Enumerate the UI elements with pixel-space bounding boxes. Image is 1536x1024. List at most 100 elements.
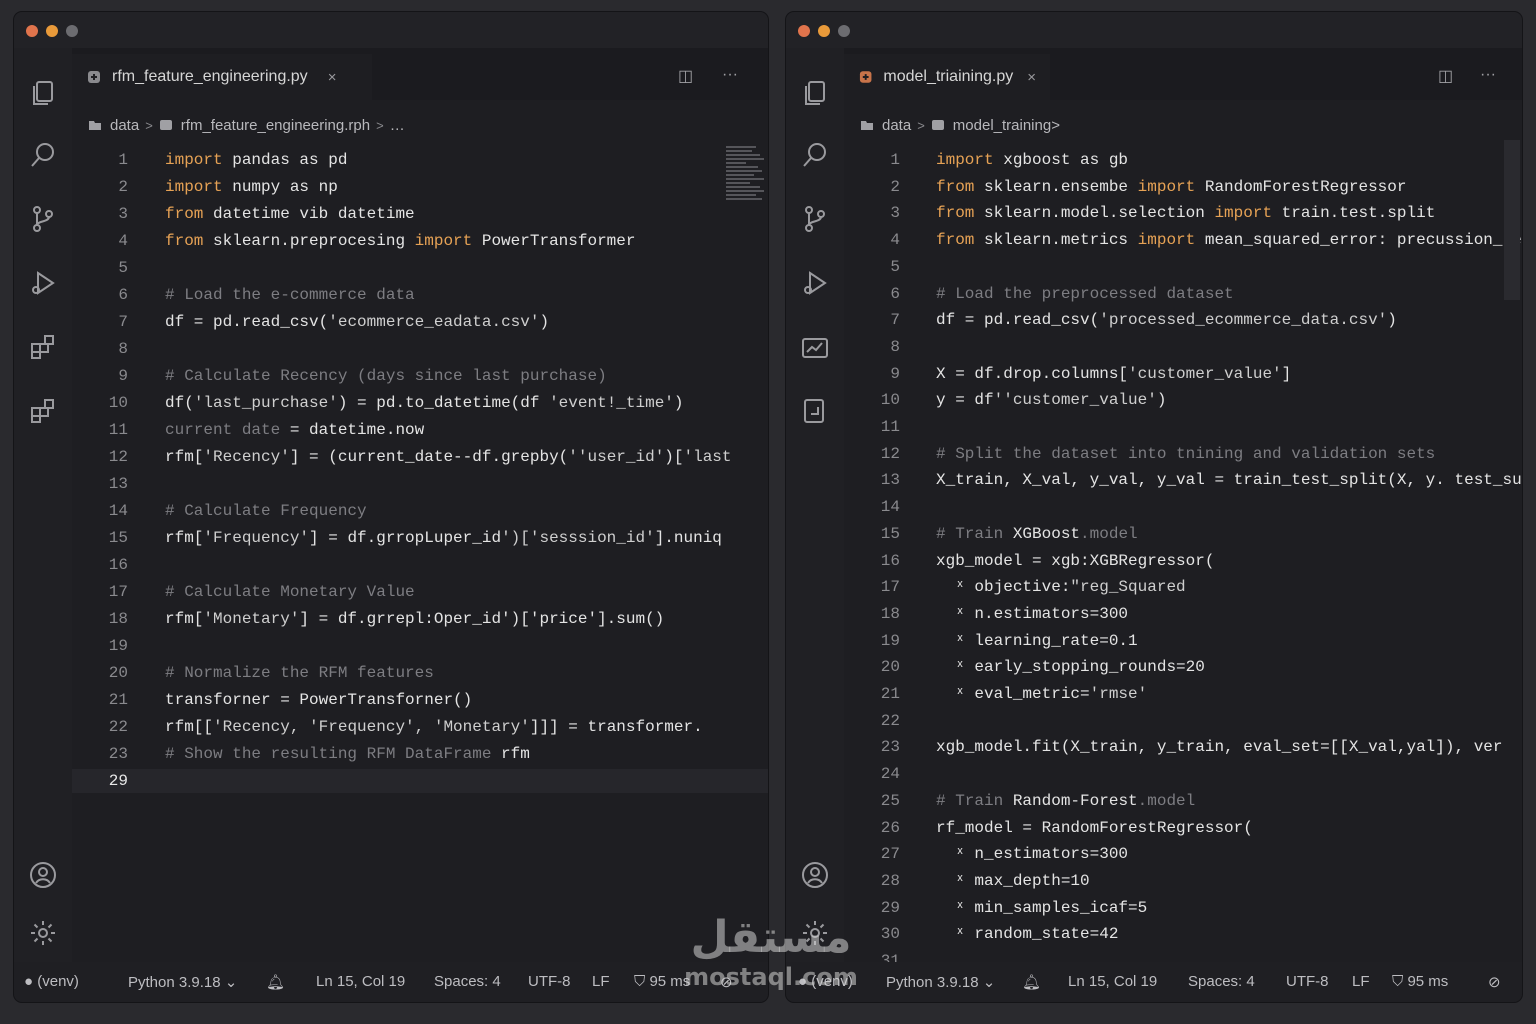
code-line[interactable]: 17 ˣ objective:"reg_Squared [844, 575, 1522, 599]
breadcrumb-folder[interactable]: data [110, 117, 139, 134]
indentation[interactable]: Spaces: 4 [434, 973, 501, 990]
code-line[interactable]: 6 # Load the preprocessed dataset [844, 282, 1522, 306]
code-line[interactable]: 28 ˣ max_depth=10 [844, 869, 1522, 893]
code-line[interactable]: 20 ˣ early_stopping_rounds=20 [844, 655, 1522, 679]
breadcrumb-file[interactable]: model_training [953, 117, 1051, 134]
breadcrumb-tail[interactable]: > [1051, 117, 1060, 134]
code-line[interactable]: 4 from sklearn.metrics import mean_square… [844, 228, 1522, 252]
code-line[interactable]: 30 ˣ random_state=42 [844, 922, 1522, 946]
run-debug-icon[interactable] [28, 268, 58, 298]
code-line[interactable]: 4 from sklearn.preprocesing import PowerT… [72, 229, 768, 253]
code-line[interactable]: 27 ˣ n_estimators=300 [844, 842, 1522, 866]
code-line[interactable]: 19 [72, 634, 768, 658]
feedback-icon[interactable]: ⊘ [720, 973, 733, 991]
encoding[interactable]: UTF-8 [528, 973, 571, 990]
line-ending[interactable]: LF [592, 973, 610, 990]
indentation[interactable]: Spaces: 4 [1188, 973, 1255, 990]
code-area[interactable]: 1 import pandas as pd 2 import numpy as np 3… [72, 148, 768, 962]
close-window-button[interactable] [798, 25, 810, 37]
feedback-icon[interactable]: ⊘ [1488, 973, 1501, 991]
minimize-window-button[interactable] [818, 25, 830, 37]
code-line[interactable]: 26 rf_model = RandomForestRegressor( [844, 816, 1522, 840]
code-line[interactable]: 9 # Calculate Recency (days since last pu… [72, 364, 768, 388]
account-icon[interactable] [800, 860, 830, 890]
source-control-icon[interactable] [28, 204, 58, 234]
code-line[interactable]: 17 # Calculate Monetary Value [72, 580, 768, 604]
source-control-icon[interactable] [800, 204, 830, 234]
env-indicator[interactable]: ● (venv) [798, 973, 853, 990]
chart-panel-icon[interactable] [800, 332, 830, 362]
settings-gear-icon[interactable] [28, 918, 58, 948]
account-icon[interactable] [28, 860, 58, 890]
close-icon[interactable]: × [1027, 69, 1036, 86]
code-line[interactable]: 22 rfm[['Recency, 'Frequency', 'Monetary'… [72, 715, 768, 739]
code-line[interactable]: 7 df = pd.read_csv('ecommerce_eadata.csv'… [72, 310, 768, 334]
code-line[interactable]: 3 from sklearn.model.selection import tra… [844, 201, 1522, 225]
explorer-icon[interactable] [28, 78, 58, 108]
code-line[interactable]: 21 transforner = PowerTransforner() [72, 688, 768, 712]
code-line[interactable]: 15 rfm['Frequency'] = df.grropLuper_id')[… [72, 526, 768, 550]
line-ending[interactable]: LF [1352, 973, 1370, 990]
timing[interactable]: ⛉ 95 ms [1392, 973, 1448, 990]
code-line[interactable]: 12 rfm['Recency'] = (current_date--df.gre… [72, 445, 768, 469]
code-line[interactable]: 11 [844, 415, 1522, 439]
minimap[interactable] [726, 144, 766, 244]
code-line[interactable]: 23 # Show the resulting RFM DataFrame rfm [72, 742, 768, 766]
more-actions-icon[interactable]: ··· [722, 66, 738, 84]
explorer-icon[interactable] [800, 78, 830, 108]
breadcrumb-folder[interactable]: data [882, 117, 911, 134]
code-line[interactable]: 6 # Load the e-commerce data [72, 283, 768, 307]
python-version[interactable]: Python 3.9.18 ⌄ [128, 973, 237, 991]
scrollbar[interactable] [1504, 140, 1520, 300]
run-debug-icon[interactable] [800, 268, 830, 298]
timing[interactable]: ⛉ 95 ms [634, 973, 690, 990]
bell-icon[interactable]: 🔔︎ [1022, 973, 1041, 991]
code-line[interactable]: 11 current date = datetime.now [72, 418, 768, 442]
remote-explorer-icon[interactable] [800, 396, 830, 426]
code-line[interactable]: 22 [844, 709, 1522, 733]
code-line[interactable]: 8 [72, 337, 768, 361]
code-line[interactable]: 29 ˣ min_samples_icaf=5 [844, 896, 1522, 920]
code-line[interactable]: 29 [72, 769, 768, 793]
tab-rfm-feature-engineering[interactable]: rfm_feature_engineering.py × [72, 54, 372, 100]
minimize-window-button[interactable] [46, 25, 58, 37]
env-indicator[interactable]: ● (venv) [24, 973, 79, 990]
code-line[interactable]: 13 X_train, X_val, y_val, y_val = train_t… [844, 468, 1522, 492]
code-line[interactable]: 13 [72, 472, 768, 496]
code-line[interactable]: 9 X = df.drop.columns['customer_value'] [844, 362, 1522, 386]
code-line[interactable]: 14 [844, 495, 1522, 519]
cursor-position[interactable]: Ln 15, Col 19 [316, 973, 405, 990]
code-line[interactable]: 18 rfm['Monetary'] = df.grrepl:Oper_id')[… [72, 607, 768, 631]
code-line[interactable]: 2 import numpy as np [72, 175, 768, 199]
breadcrumb-ellipsis[interactable]: … [390, 117, 405, 134]
code-line[interactable]: 16 [72, 553, 768, 577]
code-line[interactable]: 1 import xgboost as gb [844, 148, 1522, 172]
code-line[interactable]: 16 xgb_model = xgb:XGBRegressor( [844, 549, 1522, 573]
code-line[interactable]: 5 [72, 256, 768, 280]
code-line[interactable]: 23 xgb_model.fit(X_train, y_train, eval_s… [844, 735, 1522, 759]
code-line[interactable]: 24 [844, 762, 1522, 786]
code-line[interactable]: 15 # Train XGBoost.model [844, 522, 1522, 546]
bell-icon[interactable]: 🔔︎ [266, 973, 285, 991]
close-window-button[interactable] [26, 25, 38, 37]
code-line[interactable]: 5 [844, 255, 1522, 279]
code-line[interactable]: 7 df = pd.read_csv('processed_ecommerce_d… [844, 308, 1522, 332]
python-version[interactable]: Python 3.9.18 ⌄ [886, 973, 995, 991]
code-line[interactable]: 14 # Calculate Frequency [72, 499, 768, 523]
maximize-window-button[interactable] [838, 25, 850, 37]
cursor-position[interactable]: Ln 15, Col 19 [1068, 973, 1157, 990]
extensions-alt-icon[interactable] [28, 396, 58, 426]
code-area[interactable]: 1 import xgboost as gb 2 from sklearn.ensem… [844, 148, 1522, 962]
code-line[interactable]: 19 ˣ learning_rate=0.1 [844, 629, 1522, 653]
code-line[interactable]: 3 from datetime vib datetime [72, 202, 768, 226]
breadcrumb-file[interactable]: rfm_feature_engineering.rph [181, 117, 370, 134]
code-line[interactable]: 10 df('last_purchase') = pd.to_datetime(d… [72, 391, 768, 415]
split-editor-icon[interactable]: ◫ [1438, 66, 1453, 86]
settings-gear-icon[interactable] [800, 918, 830, 948]
extensions-icon[interactable] [28, 332, 58, 362]
code-line[interactable]: 10 y = df''customer_value') [844, 388, 1522, 412]
code-line[interactable]: 8 [844, 335, 1522, 359]
code-line[interactable]: 1 import pandas as pd [72, 148, 768, 172]
close-icon[interactable]: × [328, 69, 337, 86]
encoding[interactable]: UTF-8 [1286, 973, 1329, 990]
